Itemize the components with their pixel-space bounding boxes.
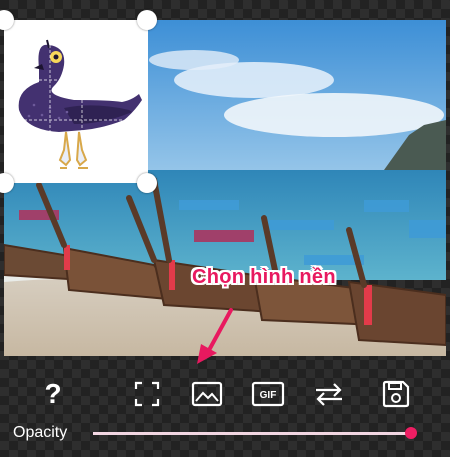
editor-canvas: Chọn hình nền ? GIF Opacity: [0, 0, 450, 457]
swap-button[interactable]: [309, 372, 349, 416]
resize-handle-bottom-right[interactable]: [137, 173, 157, 193]
opacity-row: Opacity: [0, 420, 450, 448]
save-button[interactable]: [376, 372, 416, 416]
pigeon-sticker[interactable]: [4, 20, 148, 183]
gif-text: GIF: [260, 390, 277, 401]
swap-arrows-icon: [316, 383, 342, 406]
image-icon: [191, 381, 223, 407]
question-mark-icon: ?: [44, 378, 62, 409]
gif-icon: GIF: [251, 381, 285, 407]
crop-frame-button[interactable]: [127, 372, 167, 416]
opacity-slider-thumb[interactable]: [405, 427, 417, 439]
choose-background-callout: Chọn hình nền: [192, 266, 336, 288]
pigeon-icon: [18, 39, 142, 169]
save-icon: [382, 380, 410, 408]
background-image-button[interactable]: [187, 372, 227, 416]
bottom-toolbar: ? GIF: [0, 372, 450, 418]
resize-handle-top-right[interactable]: [137, 10, 157, 30]
opacity-slider-track[interactable]: [93, 427, 417, 439]
opacity-label: Opacity: [13, 424, 68, 441]
callout-arrow-icon: [197, 308, 233, 364]
gif-button[interactable]: GIF: [248, 372, 288, 416]
help-button[interactable]: ?: [33, 372, 73, 416]
opacity-slider-fill: [93, 432, 411, 435]
expand-frame-icon: [134, 381, 160, 407]
